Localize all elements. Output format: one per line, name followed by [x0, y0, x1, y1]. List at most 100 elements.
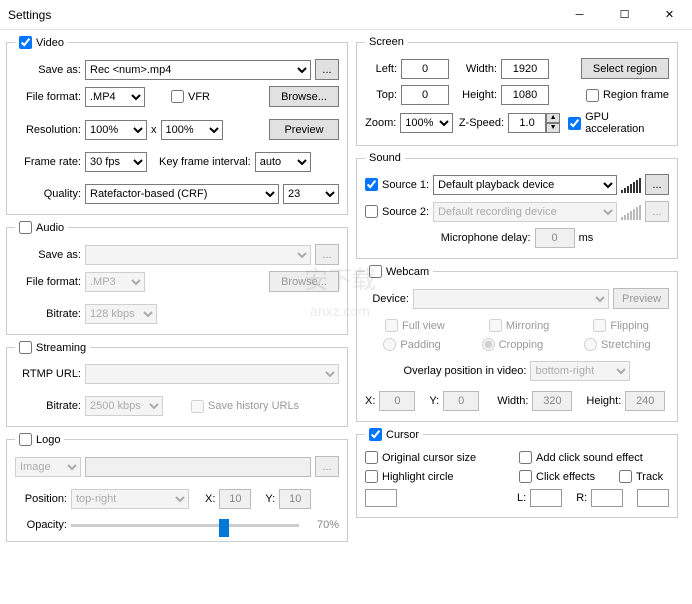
volume-icon[interactable]	[621, 177, 641, 193]
screen-gpu-label[interactable]: GPU acceleration	[568, 111, 669, 135]
screen-width-input[interactable]	[501, 59, 549, 79]
cursor-track-checkbox[interactable]	[619, 470, 632, 483]
screen-width-label: Width:	[453, 63, 497, 75]
sound-src1-select[interactable]: Default playback device	[433, 175, 617, 195]
logo-browse-button[interactable]: ...	[315, 456, 339, 477]
video-preview-button[interactable]: Preview	[269, 119, 339, 140]
webcam-height-input[interactable]	[625, 391, 665, 411]
webcam-enable-checkbox[interactable]	[369, 265, 382, 278]
video-save-as-label: Save as:	[15, 64, 81, 76]
cursor-track-color[interactable]	[637, 489, 669, 507]
webcam-preview-button[interactable]: Preview	[613, 288, 669, 309]
audio-enable-checkbox[interactable]	[19, 221, 32, 234]
webcam-device-select[interactable]	[413, 289, 609, 309]
screen-region-frame-checkbox[interactable]	[586, 89, 599, 102]
logo-y-input[interactable]	[279, 489, 311, 509]
streaming-group: Streaming RTMP URL: Bitrate: 2500 kbps S…	[6, 341, 348, 427]
streaming-enable-checkbox[interactable]	[19, 341, 32, 354]
minimize-button[interactable]: ─	[557, 0, 602, 30]
video-framerate-select[interactable]: 30 fps	[85, 152, 147, 172]
logo-enable-checkbox[interactable]	[19, 433, 32, 446]
video-vfr-label[interactable]: VFR	[171, 90, 210, 103]
logo-y-label: Y:	[265, 493, 275, 505]
sound-src1-more-button[interactable]: ...	[645, 174, 669, 195]
sound-src2-more-button[interactable]: ...	[645, 201, 669, 222]
cursor-track-label[interactable]: Track	[619, 470, 663, 483]
streaming-url-select[interactable]	[85, 364, 339, 384]
cursor-legend: Cursor	[386, 429, 419, 441]
cursor-click-sound-checkbox[interactable]	[519, 451, 532, 464]
maximize-button[interactable]: ☐	[602, 0, 647, 30]
streaming-save-hist-label: Save history URLs	[191, 400, 299, 413]
cursor-click-sound-label[interactable]: Add click sound effect	[519, 451, 643, 464]
audio-file-format-select[interactable]: .MP3	[85, 272, 145, 292]
logo-position-select[interactable]: top-right	[71, 489, 189, 509]
webcam-fullview-checkbox[interactable]	[385, 319, 398, 332]
video-quality-select[interactable]: Ratefactor-based (CRF)	[85, 184, 279, 204]
logo-opacity-slider[interactable]	[71, 524, 299, 527]
webcam-x-input[interactable]	[379, 391, 415, 411]
webcam-mirroring-checkbox[interactable]	[489, 319, 502, 332]
screen-left-input[interactable]	[401, 59, 449, 79]
sound-ms-label: ms	[579, 232, 594, 244]
close-button[interactable]: ✕	[647, 0, 692, 30]
video-enable-checkbox[interactable]	[19, 36, 32, 49]
cursor-r-color[interactable]	[591, 489, 623, 507]
sound-src2-select[interactable]: Default recording device	[433, 202, 617, 222]
video-kfi-select[interactable]: auto	[255, 152, 311, 172]
cursor-orig-size-checkbox[interactable]	[365, 451, 378, 464]
audio-bitrate-select[interactable]: 128 kbps	[85, 304, 157, 324]
spin-up-icon[interactable]: ▲	[546, 113, 560, 123]
video-file-format-label: File format:	[15, 91, 81, 103]
logo-path-input[interactable]	[85, 457, 311, 477]
webcam-overlay-select[interactable]: bottom-right	[530, 361, 630, 381]
spin-down-icon[interactable]: ▼	[546, 123, 560, 133]
screen-zspeed-spinner[interactable]: ▲▼	[508, 113, 560, 133]
screen-region-frame-label[interactable]: Region frame	[586, 89, 669, 102]
webcam-padding-radio[interactable]	[383, 338, 396, 351]
video-vfr-checkbox[interactable]	[171, 90, 184, 103]
cursor-l-color[interactable]	[530, 489, 562, 507]
video-framerate-label: Frame rate:	[15, 156, 81, 168]
video-save-as-browse-button[interactable]: ...	[315, 59, 339, 80]
webcam-y-input[interactable]	[443, 391, 479, 411]
screen-gpu-checkbox[interactable]	[568, 117, 581, 130]
audio-save-as-select[interactable]	[85, 245, 311, 265]
cursor-click-fx-checkbox[interactable]	[519, 470, 532, 483]
screen-select-region-button[interactable]: Select region	[581, 58, 669, 79]
sound-src1-checkbox[interactable]	[365, 178, 378, 191]
cursor-highlight-checkbox[interactable]	[365, 470, 378, 483]
audio-browse-button[interactable]: Browse...	[269, 271, 339, 292]
webcam-x-label: X:	[365, 395, 375, 407]
logo-x-input[interactable]	[219, 489, 251, 509]
logo-type-select[interactable]: Image	[15, 457, 81, 477]
screen-height-input[interactable]	[501, 85, 549, 105]
cursor-click-fx-label[interactable]: Click effects	[519, 470, 615, 483]
webcam-stretching-radio[interactable]	[584, 338, 597, 351]
webcam-cropping-radio[interactable]	[482, 338, 495, 351]
sound-mic-delay-input[interactable]	[535, 228, 575, 248]
webcam-width-input[interactable]	[532, 391, 572, 411]
sound-legend: Sound	[369, 152, 401, 164]
sound-src2-checkbox[interactable]	[365, 205, 378, 218]
sound-src1-label: Source 1:	[382, 179, 429, 191]
video-res-h-select[interactable]: 100%	[161, 120, 223, 140]
logo-position-label: Position:	[15, 493, 67, 505]
webcam-flipping-checkbox[interactable]	[593, 319, 606, 332]
video-save-as-select[interactable]: Rec <num>.mp4	[85, 60, 311, 80]
audio-group: Audio Save as: ... File format: .MP3 Bro…	[6, 221, 348, 335]
video-file-format-select[interactable]: .MP4	[85, 87, 145, 107]
screen-zoom-select[interactable]: 100%	[400, 113, 453, 133]
streaming-save-hist-checkbox[interactable]	[191, 400, 204, 413]
video-res-w-select[interactable]: 100%	[85, 120, 147, 140]
cursor-highlight-color[interactable]	[365, 489, 397, 507]
video-browse-button[interactable]: Browse...	[269, 86, 339, 107]
streaming-bitrate-select[interactable]: 2500 kbps	[85, 396, 163, 416]
logo-group: Logo Image ... Position: top-right X: Y:…	[6, 433, 348, 542]
audio-save-as-browse-button[interactable]: ...	[315, 244, 339, 265]
cursor-orig-size-label[interactable]: Original cursor size	[365, 451, 515, 464]
cursor-enable-checkbox[interactable]	[369, 428, 382, 441]
cursor-highlight-label[interactable]: Highlight circle	[365, 470, 515, 483]
screen-top-input[interactable]	[401, 85, 449, 105]
video-crf-select[interactable]: 23	[283, 184, 339, 204]
